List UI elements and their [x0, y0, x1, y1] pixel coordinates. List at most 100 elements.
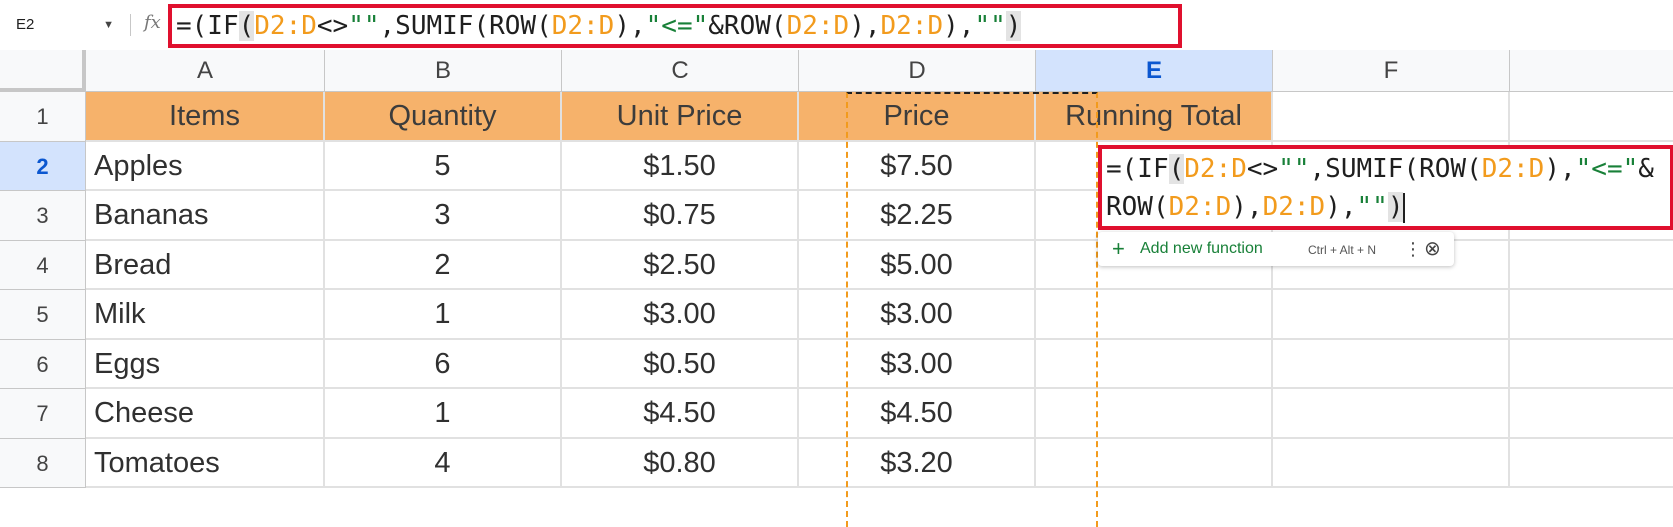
- table-cell[interactable]: $3.00: [799, 339, 1036, 389]
- empty-cell[interactable]: [1036, 389, 1273, 439]
- table-cell[interactable]: Apples: [86, 141, 325, 191]
- table-header-cell[interactable]: Quantity: [325, 92, 562, 142]
- formula-token: &ROW(: [708, 11, 787, 41]
- empty-cell[interactable]: [1510, 340, 1673, 389]
- column-header-b[interactable]: B: [325, 50, 562, 92]
- table-header-cell[interactable]: Unit Price: [562, 92, 799, 142]
- fx-icon: fx: [144, 12, 161, 33]
- empty-cell[interactable]: [1036, 339, 1273, 389]
- empty-cell[interactable]: [1273, 290, 1510, 340]
- more-vert-icon[interactable]: ⋮: [1404, 232, 1422, 266]
- add-new-function-button[interactable]: Add new function: [1140, 232, 1263, 266]
- table-cell[interactable]: $4.50: [562, 389, 799, 439]
- formula-token: ,SUMIF(ROW(: [1309, 154, 1482, 184]
- row-header-4[interactable]: 4: [0, 240, 86, 290]
- divider: [130, 14, 131, 36]
- table-header-cell[interactable]: Running Total: [1036, 92, 1273, 142]
- table-cell[interactable]: $3.00: [562, 290, 799, 340]
- table-cell[interactable]: 6: [325, 339, 562, 389]
- formula-token: ),: [614, 11, 646, 41]
- empty-cell[interactable]: [1273, 389, 1510, 439]
- empty-cell[interactable]: [1510, 439, 1673, 488]
- formula-token: ),: [849, 11, 881, 41]
- formula-bar: E2 ▼ fx =(IF(D2:D<>"",SUMIF(ROW(D2:D),"<…: [0, 0, 1673, 51]
- table-cell[interactable]: 4: [325, 438, 562, 488]
- empty-cell[interactable]: [1273, 438, 1510, 488]
- table-cell[interactable]: Tomatoes: [86, 438, 325, 488]
- table-cell[interactable]: 1: [325, 290, 562, 340]
- formula-token: <>: [316, 11, 349, 41]
- name-box[interactable]: E2 ▼: [0, 8, 122, 42]
- table-cell[interactable]: $3.00: [799, 290, 1036, 340]
- formula-autocomplete-hint: + Add new function Ctrl + Alt + N ⋮ ⊗: [1098, 232, 1454, 266]
- select-all-corner[interactable]: [0, 50, 86, 92]
- row-header-1[interactable]: 1: [0, 92, 86, 142]
- formula-string: "": [1278, 154, 1310, 184]
- formula-token: (: [1168, 154, 1185, 184]
- table-cell[interactable]: $2.50: [562, 240, 799, 290]
- table-cell[interactable]: $1.50: [562, 141, 799, 191]
- table-cell[interactable]: 3: [325, 191, 562, 241]
- text-cursor: [1403, 192, 1406, 223]
- table-cell[interactable]: Eggs: [86, 339, 325, 389]
- formula-string: "<=": [645, 11, 709, 41]
- formula-range-ref: D2:D: [880, 11, 944, 41]
- table-cell[interactable]: Bread: [86, 240, 325, 290]
- table-cell[interactable]: $0.50: [562, 339, 799, 389]
- table-cell[interactable]: $0.80: [562, 438, 799, 488]
- table-cell[interactable]: $3.20: [799, 438, 1036, 488]
- empty-cell[interactable]: [1273, 339, 1510, 389]
- table-cell[interactable]: $0.75: [562, 191, 799, 241]
- empty-cell[interactable]: [1273, 92, 1510, 142]
- cell-editor-e2[interactable]: =(IF(D2:D<>"",SUMIF(ROW(D2:D),"<="&ROW(D…: [1098, 145, 1673, 230]
- row-header-5[interactable]: 5: [0, 290, 86, 340]
- table-cell[interactable]: $2.25: [799, 191, 1036, 241]
- row-header-2[interactable]: 2: [0, 141, 86, 191]
- table-cell[interactable]: Milk: [86, 290, 325, 340]
- formula-token: ),: [1544, 154, 1576, 184]
- column-header-d[interactable]: D: [799, 50, 1036, 92]
- table-cell[interactable]: Bananas: [86, 191, 325, 241]
- formula-range-ref: D2:D: [254, 11, 317, 41]
- name-box-value: E2: [16, 16, 35, 33]
- formula-range-ref: D2:D: [1481, 154, 1545, 184]
- table-cell[interactable]: $5.00: [799, 240, 1036, 290]
- formula-range-ref: D2:D: [1184, 154, 1247, 184]
- close-circle-icon[interactable]: ⊗: [1424, 232, 1441, 266]
- table-cell[interactable]: 5: [325, 141, 562, 191]
- table-header-cell[interactable]: Items: [86, 92, 325, 142]
- table-cell[interactable]: Cheese: [86, 389, 325, 439]
- empty-cell[interactable]: [1510, 290, 1673, 340]
- formula-range-ref: D2:D: [1262, 192, 1326, 222]
- empty-cell[interactable]: [1510, 92, 1673, 142]
- formula-token: =(IF: [176, 11, 239, 41]
- column-header-a[interactable]: A: [86, 50, 325, 92]
- empty-cell[interactable]: [1510, 241, 1673, 290]
- row-header-6[interactable]: 6: [0, 339, 86, 389]
- empty-cell[interactable]: [1510, 389, 1673, 439]
- formula-range-ref: D2:D: [1168, 192, 1232, 222]
- row-header-3[interactable]: 3: [0, 191, 86, 241]
- formula-input[interactable]: =(IF(D2:D<>"",SUMIF(ROW(D2:D),"<="&ROW(D…: [168, 4, 1182, 48]
- empty-cell[interactable]: [1036, 438, 1273, 488]
- column-header-c[interactable]: C: [562, 50, 799, 92]
- plus-icon[interactable]: +: [1112, 232, 1125, 266]
- empty-cell[interactable]: [1036, 290, 1273, 340]
- table-cell[interactable]: $7.50: [799, 141, 1036, 191]
- table-cell[interactable]: $4.50: [799, 389, 1036, 439]
- row-header-7[interactable]: 7: [0, 389, 86, 439]
- table-cell[interactable]: 1: [325, 389, 562, 439]
- chevron-down-icon[interactable]: ▼: [103, 8, 114, 42]
- column-header-next[interactable]: [1510, 50, 1673, 92]
- formula-range-ref: D2:D: [551, 11, 615, 41]
- column-header-e[interactable]: E: [1036, 50, 1273, 92]
- formula-token: ): [1005, 11, 1022, 41]
- table-cell[interactable]: 2: [325, 240, 562, 290]
- row-header-8[interactable]: 8: [0, 438, 86, 488]
- column-header-f[interactable]: F: [1273, 50, 1510, 92]
- formula-token: ,SUMIF(ROW(: [379, 11, 552, 41]
- table-header-cell[interactable]: Price: [799, 92, 1036, 142]
- formula-token: ),: [1231, 192, 1263, 222]
- shortcut-label: Ctrl + Alt + N: [1308, 243, 1377, 257]
- formula-token: ): [1387, 192, 1404, 222]
